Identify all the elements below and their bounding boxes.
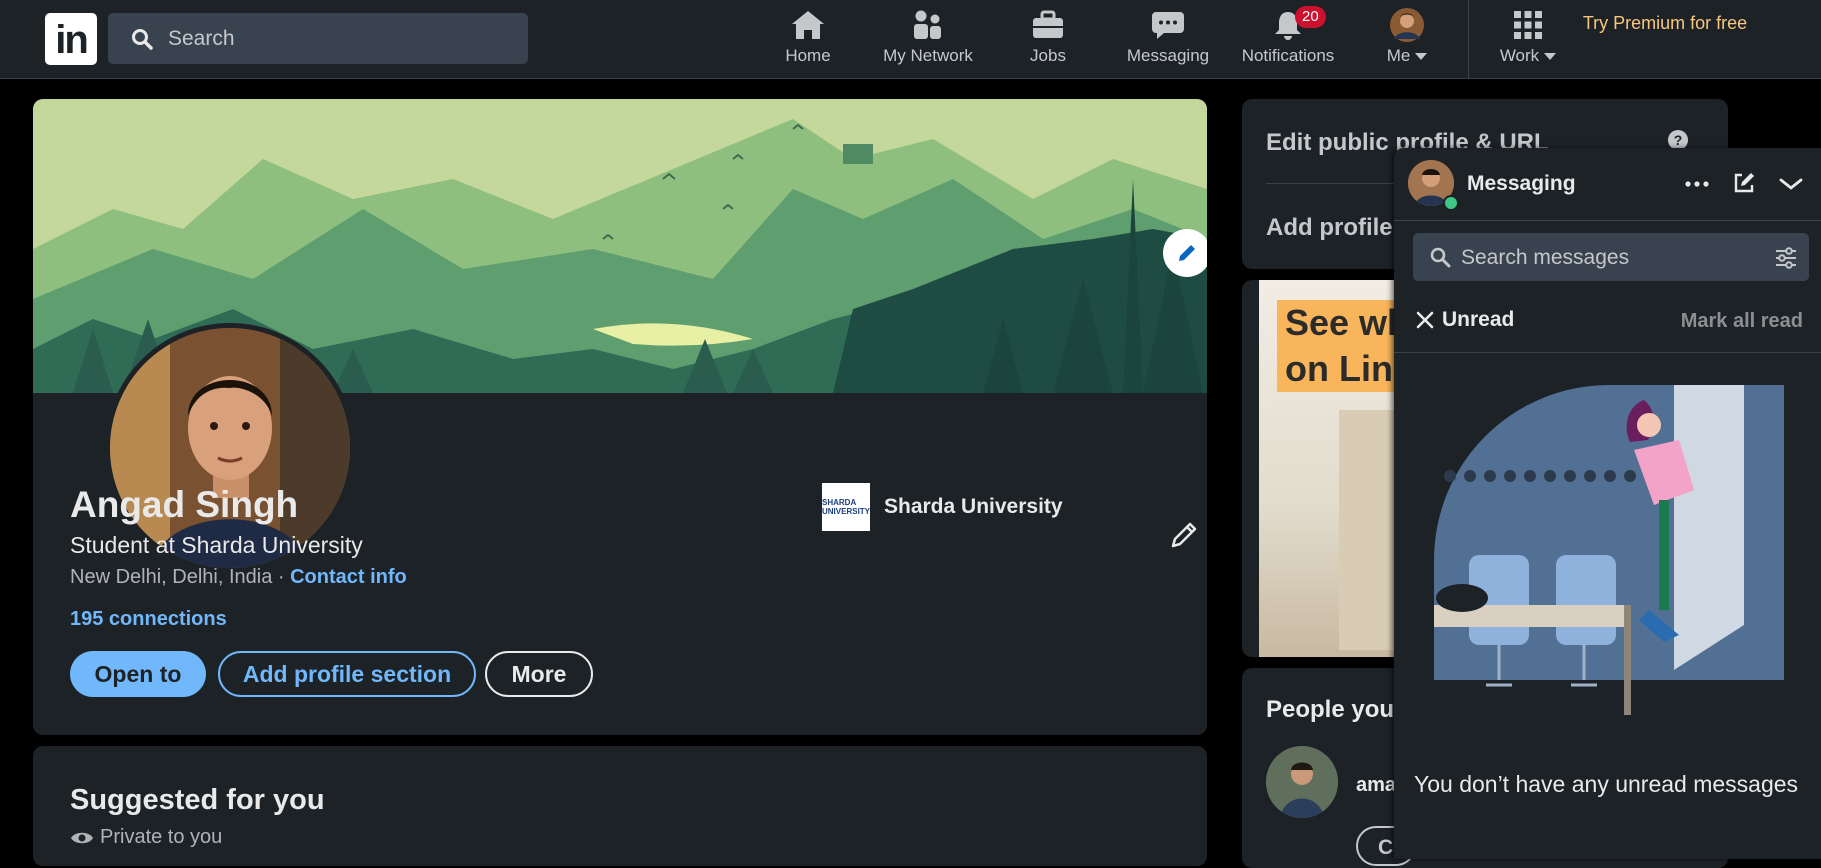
add-profile-language-link[interactable]: Add profile xyxy=(1266,214,1393,242)
linkedin-logo[interactable]: in xyxy=(45,13,97,65)
mark-all-read-button[interactable]: Mark all read xyxy=(1681,310,1803,333)
edit-banner-button[interactable] xyxy=(1163,229,1207,277)
notification-badge: 20 xyxy=(1295,6,1326,28)
filter-settings-icon[interactable] xyxy=(1775,247,1797,269)
add-profile-section-button[interactable]: Add profile section xyxy=(218,651,476,697)
school-entry[interactable]: SHARDA UNIVERSITY Sharda University xyxy=(822,483,1063,531)
message-search[interactable] xyxy=(1413,233,1809,281)
more-button[interactable]: More xyxy=(485,651,593,697)
nav-jobs-label: Jobs xyxy=(1030,46,1066,65)
chevron-down-icon xyxy=(1415,53,1428,61)
message-search-input[interactable] xyxy=(1459,243,1763,273)
person-avatar[interactable] xyxy=(1266,746,1338,818)
location-text: New Delhi, Delhi, India · xyxy=(70,566,285,588)
messaging-panel: Messaging Unread Mark all read You don’t… xyxy=(1394,148,1821,859)
profile-location: New Delhi, Delhi, India · Contact info xyxy=(70,566,407,589)
nav-me[interactable]: Me xyxy=(1382,8,1432,70)
suggested-title: Suggested for you xyxy=(70,784,325,816)
connections-link[interactable]: 195 connections xyxy=(70,608,227,631)
messaging-title: Messaging xyxy=(1467,172,1576,195)
nav-notifications-label: Notifications xyxy=(1241,46,1335,65)
avatar xyxy=(1390,8,1424,42)
top-navigation: in Home My Network Jobs Messaging 20 Not… xyxy=(0,0,1821,79)
suggested-subtitle: Private to you xyxy=(70,826,222,849)
empty-state-message: You don’t have any unread messages xyxy=(1414,771,1799,797)
eye-icon xyxy=(71,832,93,843)
close-icon[interactable] xyxy=(1416,311,1434,329)
compose-icon[interactable] xyxy=(1732,171,1756,195)
nav-my-network-label: My Network xyxy=(883,46,973,65)
network-icon xyxy=(914,10,941,39)
chevron-down-icon xyxy=(1544,53,1557,61)
search-icon xyxy=(1430,247,1451,268)
more-options-icon[interactable] xyxy=(1684,174,1710,194)
unread-label: Unread xyxy=(1442,308,1515,331)
nav-divider xyxy=(1468,0,1469,78)
pencil-icon xyxy=(1179,245,1195,261)
chat-icon xyxy=(1152,12,1184,39)
online-status-dot xyxy=(1443,195,1459,211)
try-premium-link[interactable]: Try Premium for free xyxy=(1580,10,1750,37)
people-title: People you xyxy=(1266,696,1395,723)
nav-work[interactable]: Work xyxy=(1488,8,1568,70)
message-filter-row: Unread Mark all read xyxy=(1394,292,1821,353)
school-name: Sharda University xyxy=(884,495,1063,518)
private-label: Private to you xyxy=(100,826,223,848)
suggested-card: Suggested for you Private to you xyxy=(33,746,1207,866)
messaging-header[interactable]: Messaging xyxy=(1394,148,1821,221)
global-search[interactable] xyxy=(108,13,528,64)
search-icon xyxy=(132,29,153,50)
empty-inbox-illustration xyxy=(1434,385,1784,715)
briefcase-icon xyxy=(1033,10,1063,38)
nav-home[interactable]: Home xyxy=(773,8,843,70)
svg-text:?: ? xyxy=(1674,132,1683,148)
person-name[interactable]: ama xyxy=(1356,774,1396,797)
grid-icon xyxy=(1514,11,1542,39)
nav-work-label: Work xyxy=(1499,46,1540,65)
chevron-down-icon[interactable] xyxy=(1778,176,1804,192)
nav-messaging[interactable]: Messaging xyxy=(1118,8,1218,70)
contact-info-link[interactable]: Contact info xyxy=(290,566,407,588)
nav-me-label: Me xyxy=(1386,46,1411,65)
home-icon xyxy=(792,11,824,39)
search-input[interactable] xyxy=(166,23,510,55)
edit-intro-pencil-icon[interactable] xyxy=(1168,519,1200,551)
nav-my-network[interactable]: My Network xyxy=(873,8,983,70)
open-to-button[interactable]: Open to xyxy=(70,651,206,697)
nav-jobs[interactable]: Jobs xyxy=(1013,8,1083,70)
profile-headline: Student at Sharda University xyxy=(70,532,363,558)
profile-name: Angad Singh xyxy=(70,484,299,525)
unread-filter-chip[interactable]: Unread xyxy=(1416,308,1514,332)
school-logo: SHARDA UNIVERSITY xyxy=(822,483,870,531)
nav-home-label: Home xyxy=(785,46,831,65)
nav-messaging-label: Messaging xyxy=(1126,46,1210,65)
nav-notifications[interactable]: 20 Notifications xyxy=(1233,6,1343,70)
profile-card: Angad Singh Student at Sharda University… xyxy=(33,99,1207,735)
